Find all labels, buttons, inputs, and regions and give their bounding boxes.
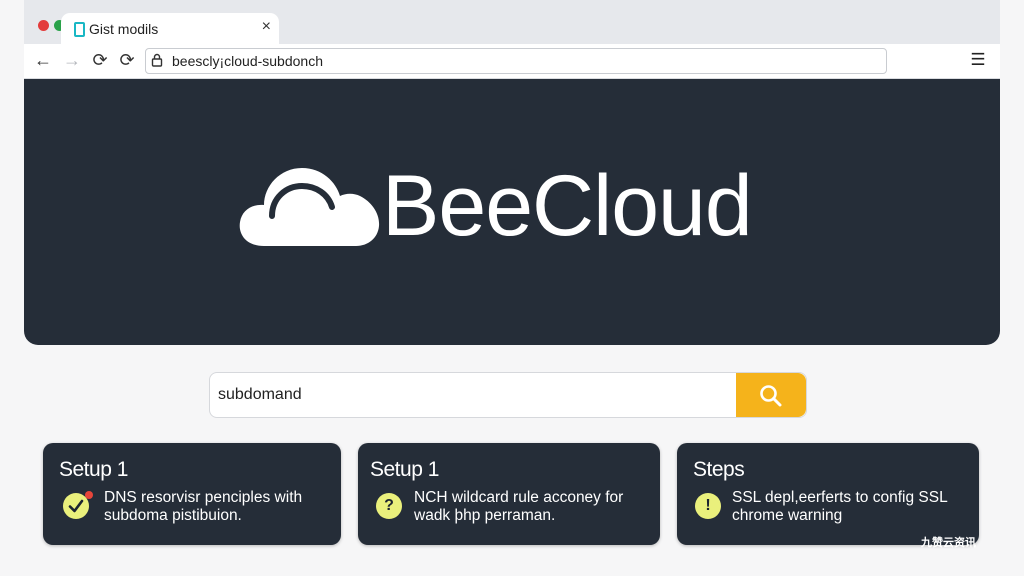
address-bar[interactable]: beescly¡cloud-subdonch xyxy=(145,48,887,74)
reload-button[interactable]: ⟳ xyxy=(89,49,111,71)
info-card-dns[interactable]: Setup 1 DNS resorvisr penciples with sub… xyxy=(43,443,341,545)
notification-badge xyxy=(85,491,93,499)
search-button[interactable] xyxy=(736,373,806,417)
close-window-button[interactable] xyxy=(38,20,49,31)
browser-tab[interactable]: Gist modils × xyxy=(61,13,279,45)
card-description: DNS resorvisr penciples with subdoma pis… xyxy=(104,489,303,524)
menu-icon[interactable]: ☰ xyxy=(968,49,988,71)
brand-title: BeeCloud xyxy=(382,158,753,254)
question-icon: ? xyxy=(376,493,402,519)
page-favicon-icon xyxy=(74,22,85,37)
tab-close-icon[interactable]: × xyxy=(262,18,271,36)
url-text: beescly¡cloud-subdonch xyxy=(172,53,323,69)
card-title: Steps xyxy=(693,458,745,481)
tab-strip: Gist modils × xyxy=(24,0,1000,45)
card-title: Setup 1 xyxy=(370,458,439,481)
back-button[interactable]: ← xyxy=(32,49,54,71)
lock-icon xyxy=(151,53,163,67)
search-icon xyxy=(760,385,782,407)
card-title: Setup 1 xyxy=(59,458,128,481)
browser-toolbar: ← → ⟳ ⟳ beescly¡cloud-subdonch ☰ xyxy=(24,44,1000,79)
browser-window: Gist modils × ← → ⟳ ⟳ beescly¡cloud-subd… xyxy=(24,0,1000,345)
refresh-icon[interactable]: ⟳ xyxy=(116,49,138,71)
card-description: NCH wildcard rule acconey for wadk þhp p… xyxy=(414,489,624,524)
watermark: 九赞云资讯 xyxy=(921,537,976,549)
info-card-ssl[interactable]: Steps ! SSL depl,eerferts to config SSL … xyxy=(677,443,979,545)
search-bar xyxy=(209,372,807,418)
tab-title: Gist modils xyxy=(89,21,159,37)
forward-button[interactable]: → xyxy=(61,49,83,71)
search-input[interactable] xyxy=(210,373,738,417)
card-description: SSL depl,eerferts to config SSL chrome w… xyxy=(732,489,948,524)
cloud-icon xyxy=(239,168,380,246)
info-card-wildcard[interactable]: Setup 1 ? NCH wildcard rule acconey for … xyxy=(358,443,660,545)
info-icon: ! xyxy=(695,493,721,519)
